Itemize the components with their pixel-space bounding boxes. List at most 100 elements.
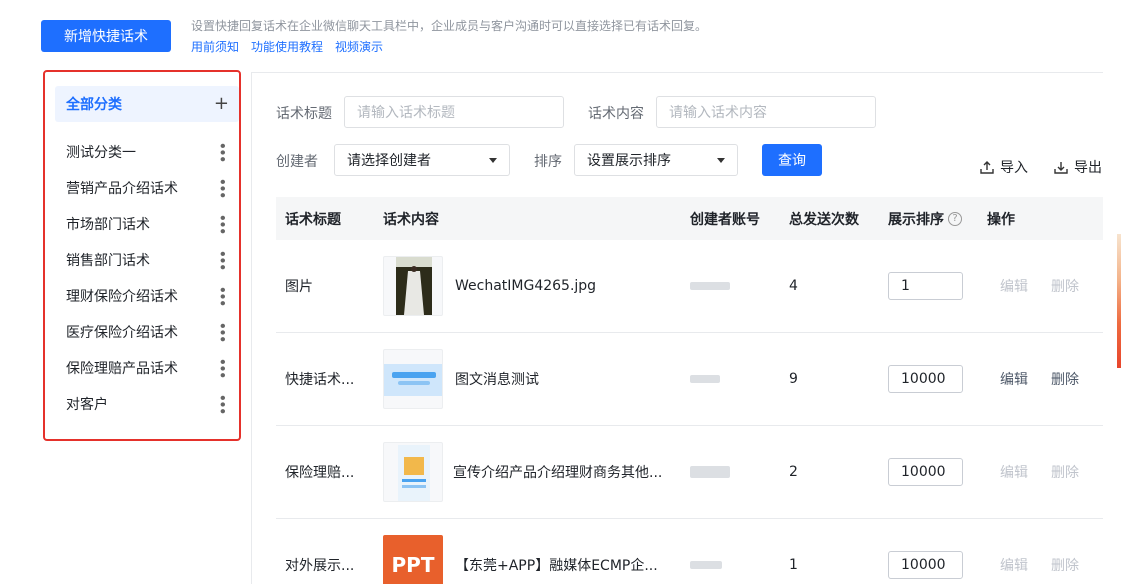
sidebar-item-label: 对客户 bbox=[66, 397, 108, 413]
download-icon bbox=[1054, 162, 1068, 174]
title-search-input[interactable]: 请输入话术标题 bbox=[344, 96, 564, 128]
column-display-order: 展示排序 ? bbox=[888, 197, 962, 240]
ppt-icon: PPT bbox=[383, 535, 443, 584]
sidebar-item[interactable]: 理财保险介绍话术 ••• bbox=[55, 278, 239, 314]
floating-side-panel-edge[interactable] bbox=[1117, 234, 1121, 368]
sidebar-item-label: 测试分类一 bbox=[66, 145, 136, 161]
edit-button[interactable]: 编辑 bbox=[1000, 519, 1028, 584]
more-icon[interactable]: ••• bbox=[215, 358, 229, 378]
creator-select[interactable]: 请选择创建者 bbox=[334, 144, 510, 176]
tutorial-link[interactable]: 功能使用教程 bbox=[251, 38, 323, 55]
send-count: 2 bbox=[789, 464, 798, 480]
more-icon[interactable]: ••• bbox=[215, 286, 229, 306]
column-send-count: 总发送次数 bbox=[789, 211, 859, 228]
help-icon[interactable]: ? bbox=[948, 211, 962, 226]
display-order-input[interactable]: 10000 bbox=[888, 551, 963, 579]
content-filter-label: 话术内容 bbox=[588, 106, 644, 122]
column-display-order-label: 展示排序 bbox=[888, 211, 944, 228]
sort-select-value: 设置展示排序 bbox=[587, 153, 671, 169]
import-button[interactable]: 导入 bbox=[980, 157, 1028, 177]
sidebar-item-label: 销售部门话术 bbox=[66, 253, 150, 269]
creator-filter-label: 创建者 bbox=[276, 154, 318, 170]
send-count: 9 bbox=[789, 371, 798, 387]
sidebar-item[interactable]: 测试分类一 ••• bbox=[55, 134, 239, 170]
row-content: 图文消息测试 bbox=[455, 372, 539, 388]
category-list: 测试分类一 ••• 营销产品介绍话术 ••• 市场部门话术 ••• 销售部门话术… bbox=[55, 134, 239, 422]
delete-button[interactable]: 删除 bbox=[1051, 519, 1079, 584]
table-header: 话术标题 话术内容 创建者账号 总发送次数 展示排序 ? 操作 bbox=[276, 197, 1103, 240]
row-title: 图片 bbox=[285, 279, 313, 295]
video-demo-link[interactable]: 视频演示 bbox=[335, 38, 383, 55]
chevron-down-icon bbox=[489, 157, 497, 163]
category-sidebar: 全部分类 + 测试分类一 ••• 营销产品介绍话术 ••• 市场部门话术 •••… bbox=[43, 70, 241, 441]
feature-description: 设置快捷回复话术在企业微信聊天工具栏中，企业成员与客户沟通时可以直接选择已有话术… bbox=[191, 19, 708, 33]
sort-filter-label: 排序 bbox=[534, 154, 562, 170]
import-label: 导入 bbox=[1000, 160, 1028, 176]
export-label: 导出 bbox=[1074, 160, 1102, 176]
table-row: 保险理赔... 宣传介绍产品介绍理财商务其他... 2 10000 编辑 删除 bbox=[276, 426, 1103, 519]
more-icon[interactable]: ••• bbox=[215, 322, 229, 342]
row-content: WechatIMG4265.jpg bbox=[455, 278, 597, 294]
edit-button[interactable]: 编辑 bbox=[1000, 240, 1028, 332]
delete-button[interactable]: 删除 bbox=[1051, 333, 1079, 425]
sidebar-all-label: 全部分类 bbox=[66, 97, 122, 113]
column-creator: 创建者账号 bbox=[690, 211, 760, 228]
creator-account bbox=[690, 333, 720, 425]
sidebar-item[interactable]: 对客户 ••• bbox=[55, 386, 239, 422]
sidebar-item-label: 理财保险介绍话术 bbox=[66, 289, 178, 305]
sidebar-item-all[interactable]: 全部分类 + bbox=[55, 86, 239, 122]
delete-button[interactable]: 删除 bbox=[1051, 240, 1079, 332]
more-icon[interactable]: ••• bbox=[215, 178, 229, 198]
sidebar-item[interactable]: 市场部门话术 ••• bbox=[55, 206, 239, 242]
delete-button[interactable]: 删除 bbox=[1051, 426, 1079, 518]
more-icon[interactable]: ••• bbox=[215, 250, 229, 270]
more-icon[interactable]: ••• bbox=[215, 394, 229, 414]
creator-select-value: 请选择创建者 bbox=[347, 153, 431, 169]
row-content: 宣传介绍产品介绍理财商务其他... bbox=[453, 465, 663, 481]
add-quick-reply-button[interactable]: 新增快捷话术 bbox=[41, 20, 171, 52]
send-count: 4 bbox=[789, 278, 798, 294]
sidebar-item[interactable]: 保险理赔产品话术 ••• bbox=[55, 350, 239, 386]
row-title: 保险理赔... bbox=[285, 465, 355, 481]
sidebar-item[interactable]: 医疗保险介绍话术 ••• bbox=[55, 314, 239, 350]
sort-select[interactable]: 设置展示排序 bbox=[574, 144, 738, 176]
more-icon[interactable]: ••• bbox=[215, 142, 229, 162]
sidebar-item-label: 营销产品介绍话术 bbox=[66, 181, 178, 197]
row-title: 快捷话术... bbox=[285, 372, 355, 388]
display-order-input[interactable]: 10000 bbox=[888, 458, 963, 486]
edit-button[interactable]: 编辑 bbox=[1000, 333, 1028, 425]
chevron-down-icon bbox=[717, 157, 725, 163]
send-count: 1 bbox=[789, 557, 798, 573]
usage-notes-link[interactable]: 用前须知 bbox=[191, 38, 239, 55]
export-button[interactable]: 导出 bbox=[1054, 157, 1102, 177]
table-row: 快捷话术... 图文消息测试 9 10000 编辑 删除 bbox=[276, 333, 1103, 426]
display-order-input[interactable]: 1 bbox=[888, 272, 963, 300]
query-button[interactable]: 查询 bbox=[762, 144, 822, 176]
sidebar-item-label: 保险理赔产品话术 bbox=[66, 361, 178, 377]
column-title: 话术标题 bbox=[285, 211, 341, 228]
sidebar-item[interactable]: 营销产品介绍话术 ••• bbox=[55, 170, 239, 206]
creator-account bbox=[690, 519, 722, 584]
sidebar-item-label: 医疗保险介绍话术 bbox=[66, 325, 178, 341]
row-content: 【东莞+APP】融媒体ECMP企... bbox=[455, 558, 658, 574]
sidebar-divider bbox=[251, 72, 252, 584]
table-row: 对外展示... PPT 【东莞+APP】融媒体ECMP企... 1 10000 … bbox=[276, 519, 1103, 584]
display-order-input[interactable]: 10000 bbox=[888, 365, 963, 393]
image-thumbnail bbox=[383, 256, 443, 316]
divider bbox=[251, 72, 1103, 73]
content-search-input[interactable]: 请输入话术内容 bbox=[656, 96, 876, 128]
creator-account bbox=[690, 426, 730, 518]
poster-thumbnail bbox=[383, 442, 443, 502]
column-content: 话术内容 bbox=[383, 211, 439, 228]
sidebar-item[interactable]: 销售部门话术 ••• bbox=[55, 242, 239, 278]
more-icon[interactable]: ••• bbox=[215, 214, 229, 234]
edit-button[interactable]: 编辑 bbox=[1000, 426, 1028, 518]
plus-icon[interactable]: + bbox=[214, 95, 229, 113]
news-thumbnail bbox=[383, 349, 443, 409]
row-title: 对外展示... bbox=[285, 558, 355, 574]
help-links: 用前须知 功能使用教程 视频演示 bbox=[191, 38, 383, 55]
title-filter-label: 话术标题 bbox=[276, 106, 332, 122]
upload-icon bbox=[980, 161, 994, 174]
creator-account bbox=[690, 240, 730, 332]
sidebar-item-label: 市场部门话术 bbox=[66, 217, 150, 233]
